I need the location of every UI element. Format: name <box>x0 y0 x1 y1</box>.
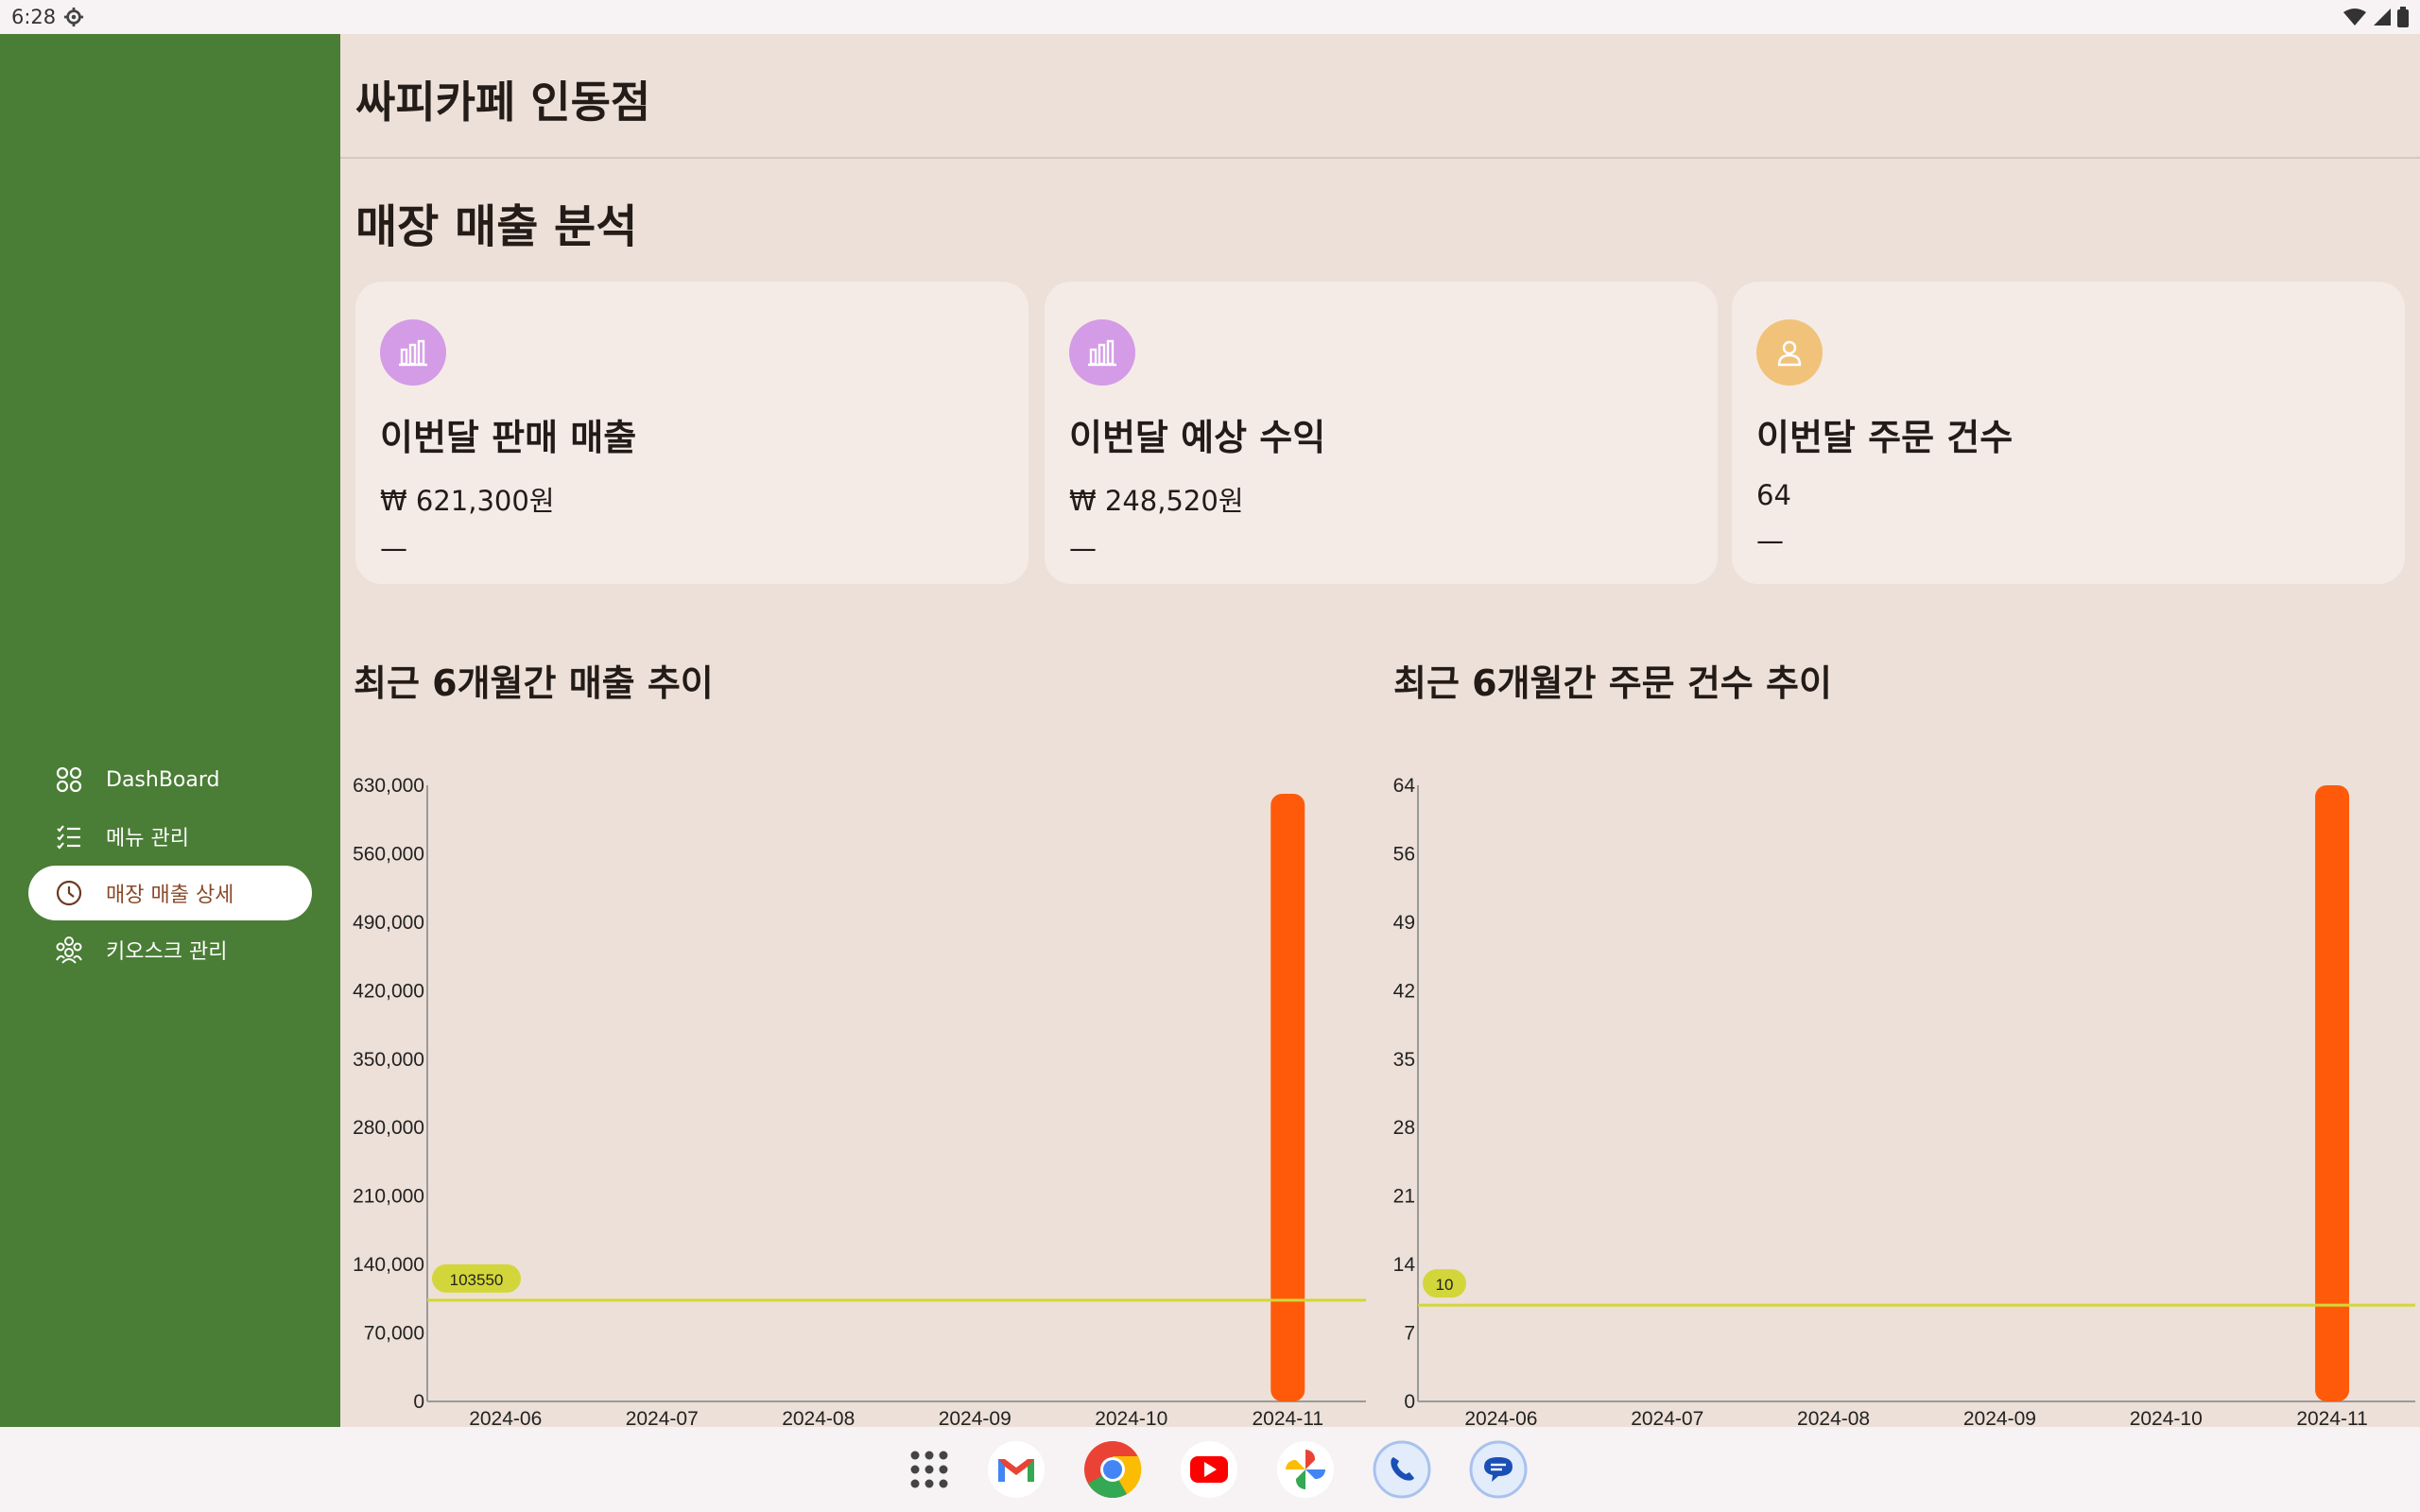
store-name: 싸피카페 인동점 <box>355 77 651 128</box>
y-tick-label: 21 <box>1393 1186 1415 1208</box>
y-tick-label: 0 <box>1404 1391 1415 1413</box>
card-value: 64 <box>1756 479 1791 511</box>
y-tick-label: 280,000 <box>353 1117 424 1139</box>
wifi-icon <box>2343 9 2366 26</box>
y-tick-label: 56 <box>1393 843 1415 865</box>
person-icon <box>1756 319 1823 386</box>
orders-chart-title: 최근 6개월간 주문 건수 추이 <box>1393 662 1832 704</box>
sales-chart-title: 최근 6개월간 매출 추이 <box>354 662 714 704</box>
y-tick-label: 70,000 <box>364 1323 424 1345</box>
sidebar-item-label: 키오스크 관리 <box>106 940 228 964</box>
gmail-icon[interactable] <box>987 1440 1046 1499</box>
youtube-icon[interactable] <box>1180 1440 1238 1499</box>
y-tick-label: 210,000 <box>353 1186 424 1208</box>
y-tick-label: 560,000 <box>353 843 424 865</box>
sidebar-item-menu[interactable]: 메뉴 관리 <box>28 809 312 864</box>
card-order-count: 이번달 주문 건수 64 — <box>1732 282 2405 584</box>
section-title: 매장 매출 분석 <box>355 200 638 253</box>
bar-2024-11 <box>1270 794 1305 1401</box>
y-tick-label: 140,000 <box>353 1254 424 1276</box>
bar-2024-11 <box>2315 785 2350 1401</box>
orders-bar-chart: 0714212835424956642024-06 2024-07 2024-08 2… <box>1393 775 2415 1430</box>
messages-icon[interactable] <box>1469 1440 1528 1499</box>
y-tick-label: 42 <box>1393 980 1415 1002</box>
y-tick-label: 420,000 <box>353 980 424 1002</box>
app-dock <box>0 1427 2420 1512</box>
settings-gear-icon <box>64 7 84 27</box>
status-time: 6:28 <box>11 6 57 28</box>
y-tick-label: 64 <box>1393 775 1416 797</box>
y-tick-label: 14 <box>1393 1254 1416 1276</box>
sidebar-item-sales-detail[interactable]: 매장 매출 상세 <box>28 866 312 920</box>
sidebar-item-dashboard[interactable]: DashBoard <box>28 752 312 807</box>
grid-icon <box>55 765 83 794</box>
status-bar: 6:28 <box>0 0 2420 34</box>
card-title: 이번달 주문 건수 <box>1756 417 2014 458</box>
sidebar: DashBoard 메뉴 관리 매장 매출 상세 키오스크 관리 <box>0 34 340 1427</box>
people-icon <box>55 936 83 964</box>
y-tick-label: 49 <box>1393 912 1415 934</box>
card-title: 이번달 예상 수익 <box>1069 417 1326 458</box>
average-label: 103550 <box>450 1271 504 1289</box>
card-monthly-sales: 이번달 판매 매출 ₩ 621,300원 — <box>355 282 1028 584</box>
y-tick-label: 35 <box>1393 1049 1415 1071</box>
clock-icon <box>55 879 83 907</box>
card-change: — <box>380 532 407 564</box>
signal-icon <box>2374 9 2391 26</box>
sidebar-nav: DashBoard 메뉴 관리 매장 매출 상세 키오스크 관리 <box>28 752 312 979</box>
y-tick-label: 28 <box>1393 1117 1415 1139</box>
app-drawer-icon[interactable] <box>904 1444 955 1495</box>
y-tick-label: 630,000 <box>353 775 424 797</box>
battery-icon <box>2397 7 2409 27</box>
main-content: 싸피카페 인동점 매장 매출 분석 이번달 판매 매출 ₩ 621,300원 —… <box>340 34 2420 1430</box>
card-title: 이번달 판매 매출 <box>380 417 637 458</box>
sales-bar-chart: 0 70,000 140,000 210,000 280,000 350,000 420,0… <box>353 775 1366 1430</box>
sidebar-item-label: DashBoard <box>106 767 220 792</box>
sidebar-item-label: 매장 매출 상세 <box>106 884 234 907</box>
average-label: 10 <box>1436 1276 1454 1294</box>
y-tick-label: 0 <box>413 1391 424 1413</box>
phone-icon[interactable] <box>1373 1440 1431 1499</box>
y-tick-label: 350,000 <box>353 1049 424 1071</box>
card-change: — <box>1756 524 1784 557</box>
photos-icon[interactable] <box>1276 1440 1335 1499</box>
card-value: ₩ 248,520원 <box>1069 485 1244 517</box>
sidebar-item-label: 메뉴 관리 <box>106 827 189 850</box>
header-divider <box>340 157 2420 159</box>
y-tick-label: 7 <box>1404 1323 1415 1345</box>
card-change: — <box>1069 532 1097 564</box>
card-expected-profit: 이번달 예상 수익 ₩ 248,520원 — <box>1045 282 1718 584</box>
y-tick-label: 490,000 <box>353 912 424 934</box>
checklist-icon <box>55 822 83 850</box>
sidebar-item-kiosk[interactable]: 키오스크 관리 <box>28 922 312 977</box>
card-value: ₩ 621,300원 <box>380 485 555 517</box>
bar-chart-icon <box>1069 319 1135 386</box>
bar-chart-icon <box>380 319 446 386</box>
chrome-icon[interactable] <box>1083 1440 1142 1499</box>
